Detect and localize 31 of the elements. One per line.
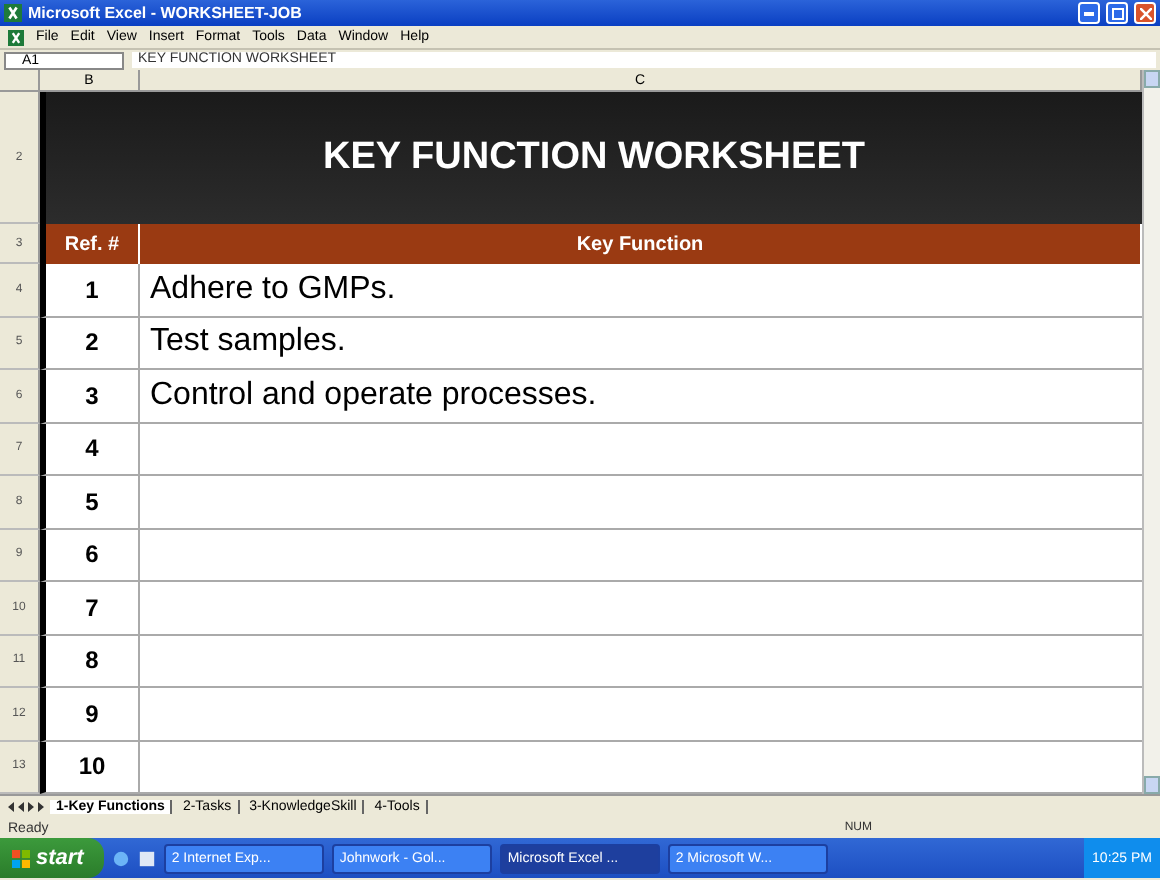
table-cell: Control and operate processes. [140, 370, 1142, 423]
windows-logo-icon [12, 849, 30, 867]
desktop-icon[interactable] [137, 849, 156, 867]
table-cell: 1 [40, 264, 140, 317]
column-heading: Key Function [140, 224, 1142, 264]
maximize-button[interactable] [1106, 2, 1128, 24]
browser-icon[interactable] [111, 849, 130, 867]
table-cell: 2 [40, 317, 140, 370]
close-button[interactable] [1134, 2, 1156, 24]
table-cell: 7 [40, 582, 140, 635]
table-cell: 10 [40, 741, 140, 794]
column-heading: Ref. # [40, 224, 140, 264]
minimize-icon [1084, 11, 1094, 15]
tab-navigation-icon[interactable] [6, 800, 46, 814]
table-cell: Test samples. [140, 317, 1142, 370]
table-cell: 5 [40, 476, 140, 529]
spreadsheet-icon [4, 4, 22, 22]
table-cell: 9 [40, 688, 140, 741]
table-cell: 6 [40, 529, 140, 582]
close-icon [1139, 7, 1151, 19]
table-cell: 4 [40, 423, 140, 476]
table-cell: 8 [40, 635, 140, 688]
spreadsheet-icon [8, 29, 24, 45]
table-cell: 3 [40, 370, 140, 423]
window-title: Microsoft Excel - WORKSHEET-JOB [28, 4, 304, 22]
worksheet-title: KEY FUNCTION WORKSHEET [323, 136, 865, 180]
table-cell: Adhere to GMPs. [140, 264, 1142, 317]
vertical-scrollbar[interactable] [1142, 70, 1160, 794]
start-button[interactable]: start [0, 838, 104, 878]
maximize-icon [1111, 7, 1123, 19]
minimize-button[interactable] [1078, 2, 1100, 24]
